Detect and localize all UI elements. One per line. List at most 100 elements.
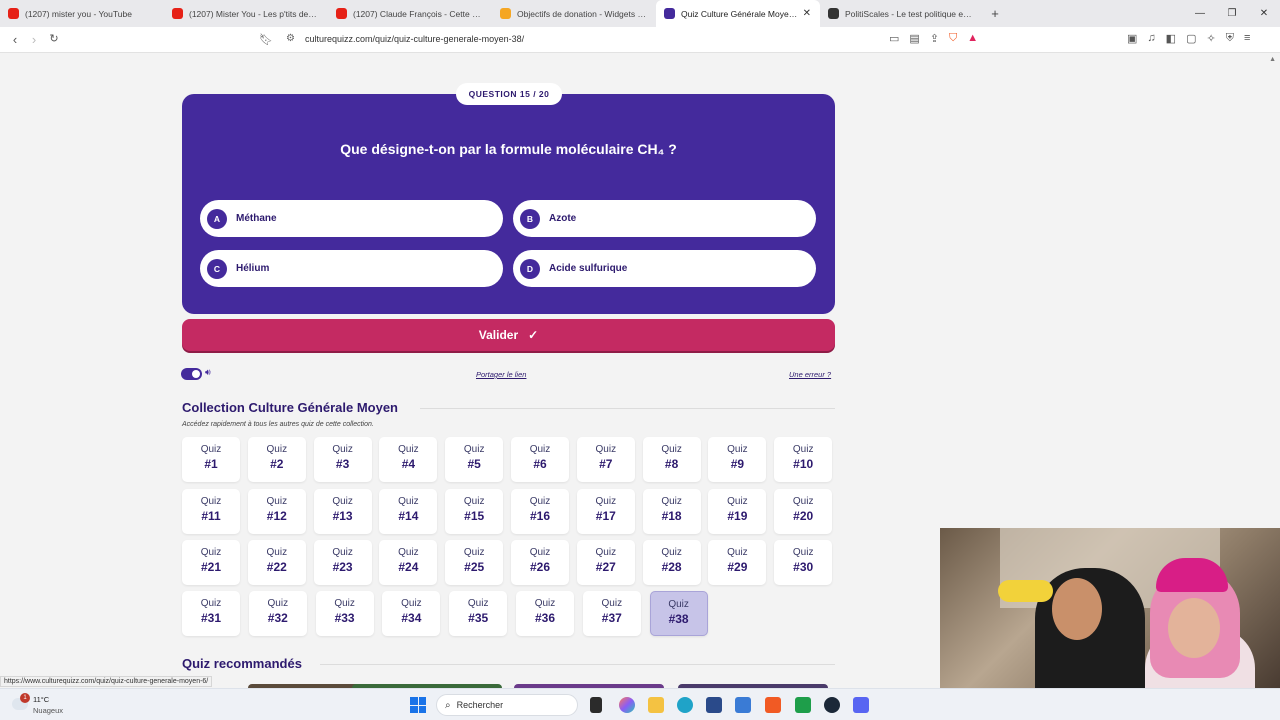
quiz-tile-label: Quiz — [792, 444, 814, 455]
quiz-tile[interactable]: Quiz #15 — [445, 488, 504, 534]
copilot-icon[interactable] — [619, 697, 635, 713]
file-explorer-icon[interactable] — [648, 697, 664, 713]
close-tab-icon[interactable]: ✕ — [803, 8, 811, 19]
taskbar-search[interactable]: ⌕ Rechercher — [436, 694, 578, 716]
wallet-icon[interactable]: ▢ — [1186, 32, 1196, 45]
reader-icon[interactable]: ▤ — [909, 32, 919, 45]
minimize-icon[interactable]: — — [1184, 0, 1216, 27]
quiz-tile[interactable]: Quiz #12 — [247, 488, 306, 534]
leo-icon[interactable]: ✧ — [1206, 32, 1215, 45]
answer-d[interactable]: D Acide sulfurique — [513, 250, 816, 287]
tab-3[interactable]: (1207) Claude François - Cette année — [328, 0, 492, 27]
quiz-tile[interactable]: Quiz #14 — [379, 488, 438, 534]
quiz-tile-label: Quiz — [727, 444, 748, 455]
brave-rewards-icon[interactable]: ▲ — [967, 32, 978, 45]
quiz-tile[interactable]: Quiz #7 — [576, 437, 635, 482]
store-icon[interactable] — [706, 697, 722, 713]
quiz-tile[interactable]: Quiz #32 — [248, 591, 307, 636]
quiz-tile[interactable]: Quiz #3 — [313, 437, 372, 482]
quiz-tile[interactable]: Quiz #38 — [649, 591, 708, 636]
close-window-icon[interactable]: ✕ — [1248, 0, 1280, 27]
task-view-icon[interactable] — [590, 697, 602, 713]
quiz-tile[interactable]: Quiz #29 — [708, 540, 767, 585]
edge-icon[interactable] — [677, 697, 693, 713]
quiz-tile[interactable]: Quiz #25 — [445, 540, 504, 585]
divider — [420, 408, 835, 409]
quiz-tile[interactable]: Quiz #34 — [382, 591, 441, 636]
back-icon[interactable]: ‹ — [5, 32, 25, 47]
answer-a[interactable]: A Méthane — [200, 200, 503, 237]
quiz-tile[interactable]: Quiz #1 — [182, 437, 240, 482]
quiz-tile[interactable]: Quiz #26 — [511, 540, 569, 585]
collection-title: Collection Culture Générale Moyen — [182, 400, 398, 415]
quiz-tile[interactable]: Quiz #24 — [379, 540, 438, 585]
tab-6[interactable]: PolitiScales - Le test politique en lign… — [820, 0, 984, 27]
quiz-tile[interactable]: Quiz #30 — [774, 540, 833, 585]
xbox-icon[interactable] — [795, 697, 811, 713]
quiz-tile[interactable]: Quiz #36 — [516, 591, 574, 636]
quiz-tile-number: #37 — [601, 611, 622, 625]
quiz-tile[interactable]: Quiz #28 — [642, 540, 701, 585]
quiz-tile[interactable]: Quiz #16 — [511, 488, 569, 534]
weather-temperature[interactable]: 11°C — [33, 695, 49, 704]
weather-description[interactable]: Nuageux — [33, 706, 63, 715]
menu-icon[interactable]: ≡ — [1244, 32, 1250, 45]
brave-shield-icon[interactable]: ⛉ — [949, 32, 957, 45]
quiz-tile[interactable]: Quiz #5 — [445, 437, 504, 482]
quiz-tile[interactable]: Quiz #23 — [313, 540, 372, 585]
validate-button[interactable]: Valider ✓ — [182, 319, 835, 351]
windows-start-icon[interactable] — [410, 697, 426, 713]
tab-5[interactable]: Quiz Culture Générale Moyen #3 ✕ — [656, 0, 820, 27]
brave-icon[interactable] — [765, 697, 781, 713]
quiz-tile[interactable]: Quiz #8 — [642, 437, 701, 482]
sidebar-icon[interactable]: ▣ — [1127, 32, 1137, 45]
vpn-icon[interactable]: ⛨ — [1226, 32, 1234, 45]
quiz-tile-number: #14 — [398, 508, 419, 523]
quiz-tile-number: #26 — [529, 560, 551, 574]
quiz-tile[interactable]: Quiz #10 — [774, 437, 833, 482]
scroll-up-icon[interactable]: ▲ — [1269, 56, 1276, 63]
bookmark-icon[interactable]: 🔖︎ — [259, 33, 273, 46]
share-link[interactable]: Portager le lien — [476, 370, 526, 379]
quiz-tile[interactable]: Quiz #13 — [313, 488, 372, 534]
cast-icon[interactable]: ▭ — [889, 32, 899, 45]
tab-1[interactable]: (1207) mister you - YouTube — [0, 0, 164, 27]
quiz-tile[interactable]: Quiz #17 — [576, 488, 635, 534]
quiz-tile[interactable]: Quiz #19 — [708, 488, 767, 534]
outlook-icon[interactable] — [735, 697, 751, 713]
answer-label: Azote — [549, 213, 577, 224]
steam-icon[interactable] — [824, 697, 840, 713]
quiz-tile[interactable]: Quiz #11 — [182, 488, 240, 534]
quiz-tile[interactable]: Quiz #2 — [247, 437, 306, 482]
media-icon[interactable]: ♫ — [1147, 32, 1155, 45]
report-error-link[interactable]: Une erreur ? — [789, 370, 831, 379]
site-info-icon[interactable]: ⚙︎ — [286, 33, 295, 44]
webcam-face — [1052, 578, 1102, 640]
new-tab-button[interactable]: + — [984, 6, 1006, 21]
panel-icon[interactable]: ◧ — [1166, 32, 1176, 45]
forward-icon[interactable]: › — [24, 32, 44, 47]
restore-icon[interactable]: ❐ — [1216, 0, 1248, 27]
address-bar-actions: ▭ ▤ ⇪ ⛉ ▲ — [889, 32, 978, 45]
quiz-tile[interactable]: Quiz #6 — [511, 437, 569, 482]
share-icon[interactable]: ⇪ — [930, 32, 939, 45]
url-field[interactable]: culturequizz.com/quiz/quiz-culture-gener… — [305, 34, 524, 44]
quiz-tile[interactable]: Quiz #33 — [315, 591, 374, 636]
quiz-tile[interactable]: Quiz #27 — [576, 540, 635, 585]
quiz-tile[interactable]: Quiz #18 — [642, 488, 701, 534]
quiz-tile[interactable]: Quiz #4 — [379, 437, 438, 482]
quiz-tile[interactable]: Quiz #20 — [774, 488, 833, 534]
tab-2[interactable]: (1207) Mister You - Les p'tits de chez — [164, 0, 328, 27]
quiz-tile[interactable]: Quiz #31 — [182, 591, 240, 636]
quiz-tile[interactable]: Quiz #9 — [708, 437, 767, 482]
answer-c[interactable]: C Hélium — [200, 250, 503, 287]
quiz-tile[interactable]: Quiz #37 — [582, 591, 641, 636]
answer-b[interactable]: B Azote — [513, 200, 816, 237]
reload-icon[interactable]: ↻ — [44, 32, 64, 45]
quiz-tile[interactable]: Quiz #35 — [449, 591, 508, 636]
quiz-tile[interactable]: Quiz #22 — [247, 540, 306, 585]
discord-icon[interactable] — [853, 697, 869, 713]
tab-4[interactable]: Objectifs de donation - Widgets - Dc — [492, 0, 656, 27]
sound-toggle[interactable] — [181, 368, 202, 380]
quiz-tile[interactable]: Quiz #21 — [182, 540, 240, 585]
